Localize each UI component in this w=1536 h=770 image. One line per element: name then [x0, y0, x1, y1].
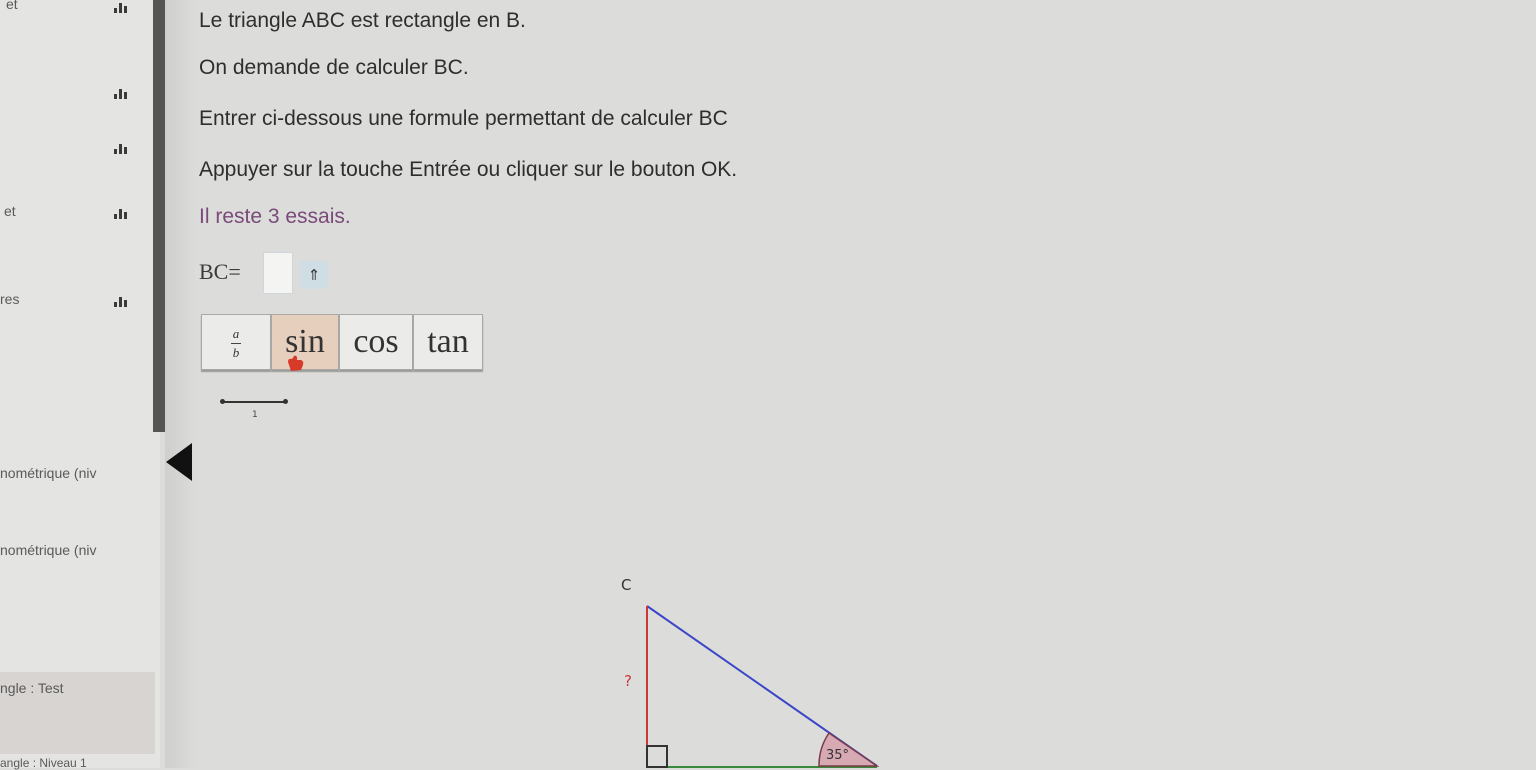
stats-icon[interactable]: [114, 208, 130, 219]
sidebar-scrollbar[interactable]: [153, 0, 165, 432]
stats-icon[interactable]: [114, 143, 130, 154]
sidebar-item-label[interactable]: et: [6, 0, 18, 12]
stats-icon[interactable]: [114, 88, 130, 99]
exercise-instruction: Entrer ci-dessous une formule permettant…: [199, 107, 728, 130]
keyboard-toggle-button[interactable]: ⇑: [300, 261, 328, 289]
angle-label: 35°: [826, 748, 850, 763]
hand-cursor-icon: [288, 355, 304, 371]
sidebar-item-label[interactable]: res: [0, 291, 19, 307]
right-angle-marker: [646, 745, 668, 768]
cos-key[interactable]: cos: [339, 314, 413, 370]
tan-key[interactable]: tan: [413, 314, 483, 370]
vertex-c-label: C: [621, 576, 632, 594]
sidebar-item-label[interactable]: nométrique (niv: [0, 465, 97, 481]
tries-remaining: Il reste 3 essais.: [199, 205, 351, 228]
exercise-question: On demande de calculer BC.: [199, 56, 469, 79]
sidebar-divider: [165, 0, 197, 768]
fraction-icon: a b: [231, 326, 241, 360]
stats-icon[interactable]: [114, 296, 130, 307]
sin-key[interactable]: sin: [271, 314, 339, 370]
exercise-statement: Le triangle ABC est rectangle en B.: [199, 9, 526, 32]
triangle-drawing: [646, 605, 880, 768]
triangle-figure: C ? 35°: [600, 570, 900, 768]
scale-segment: [220, 399, 288, 404]
stats-icon[interactable]: [114, 2, 130, 13]
sidebar-item-label[interactable]: nométrique (niv: [0, 542, 97, 558]
answer-label: BC=: [199, 259, 241, 284]
exercise-hint: Appuyer sur la touche Entrée ou cliquer …: [199, 158, 738, 181]
scale-label: 1: [252, 410, 258, 420]
answer-input[interactable]: [263, 252, 293, 294]
exercise-sidebar: et et res nométrique (niv nométrique (ni…: [0, 0, 160, 770]
sidebar-item-label[interactable]: et: [4, 203, 16, 219]
sidebar-item-label[interactable]: ngle : Test: [0, 680, 64, 696]
collapse-sidebar-icon[interactable]: [166, 443, 192, 481]
unknown-side-label: ?: [624, 672, 632, 690]
fraction-key[interactable]: a b: [201, 314, 271, 370]
